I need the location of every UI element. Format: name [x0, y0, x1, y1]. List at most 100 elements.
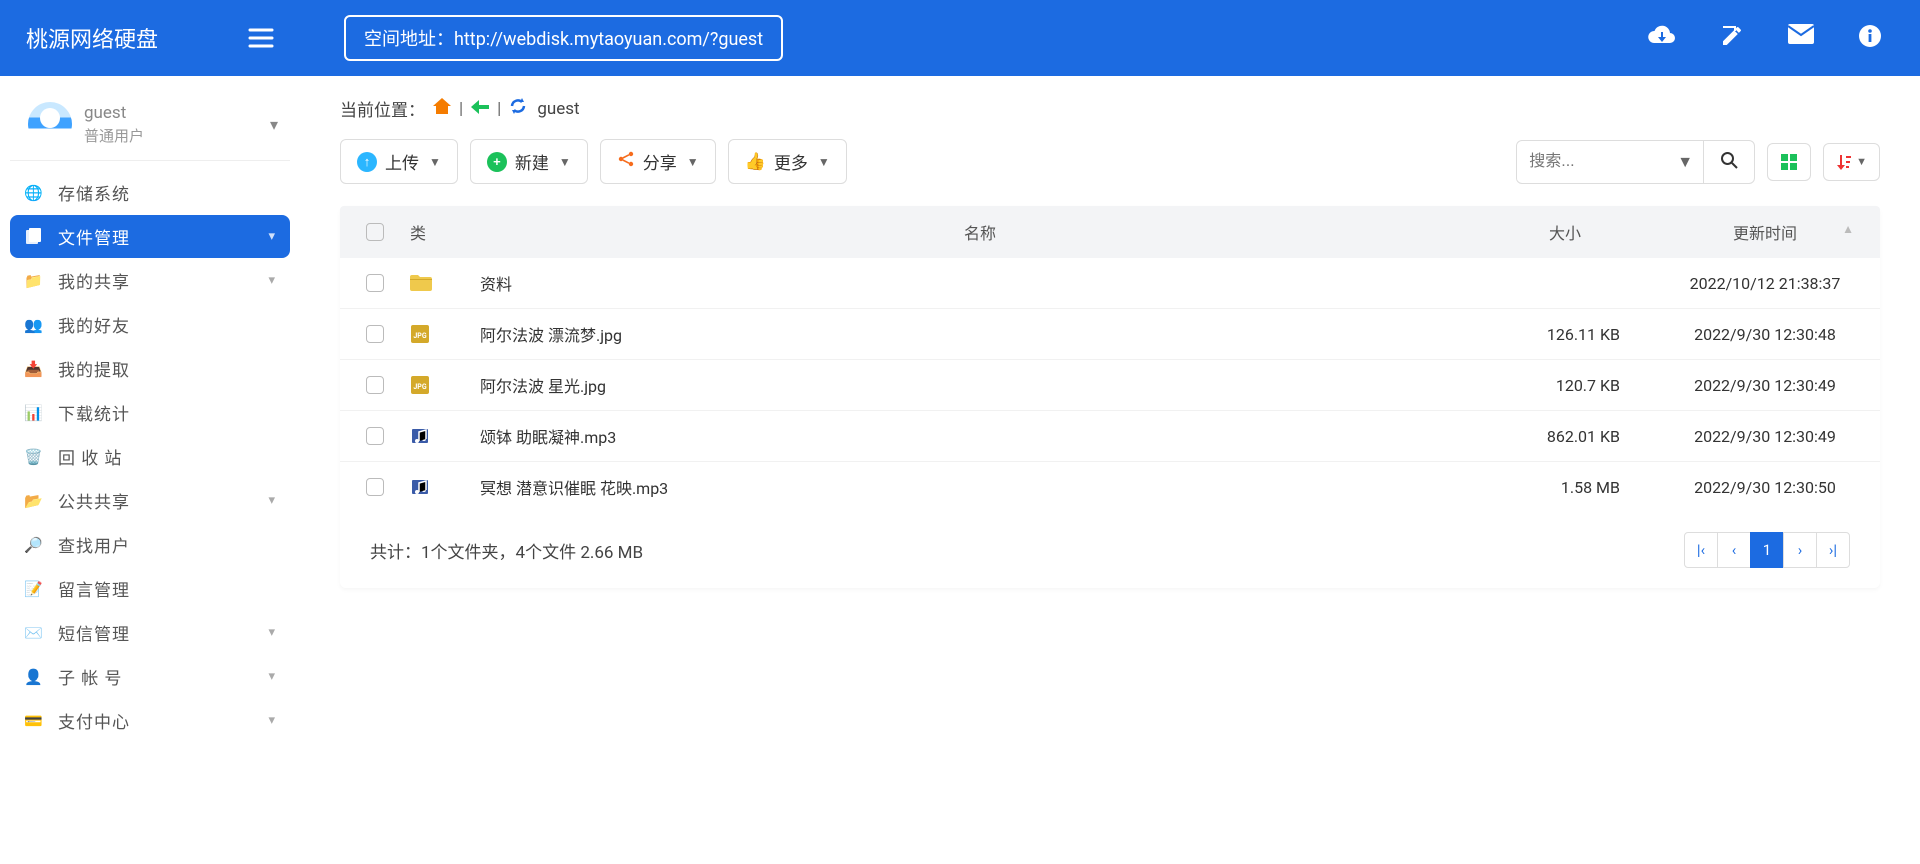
share-icon — [617, 150, 635, 173]
cloud-download-icon[interactable] — [1648, 24, 1676, 52]
file-size: 126.11 KB — [1480, 325, 1650, 344]
pager-last[interactable]: ›| — [1816, 532, 1850, 568]
select-all-checkbox[interactable] — [366, 223, 384, 241]
fetch-icon: 📥 — [24, 359, 44, 379]
pager-first[interactable]: |‹ — [1684, 532, 1718, 568]
row-checkbox[interactable] — [366, 376, 384, 394]
caret-down-icon: ▼ — [687, 155, 699, 169]
file-size: 862.01 KB — [1480, 427, 1650, 446]
svg-text:JPG: JPG — [413, 383, 426, 391]
breadcrumb-label: 当前位置： — [340, 96, 425, 121]
nav-public-share[interactable]: 📂公共共享▾ — [10, 479, 290, 522]
file-size: 120.7 KB — [1480, 376, 1650, 395]
breadcrumb-current[interactable]: guest — [537, 99, 579, 119]
chevron-down-icon: ▾ — [268, 625, 276, 640]
user-menu-caret-icon[interactable]: ▾ — [270, 115, 278, 134]
file-date: 2022/9/30 12:30:49 — [1650, 376, 1880, 395]
table-row[interactable]: 资料2022/10/12 21:38:37 — [340, 258, 1880, 309]
search-dropdown[interactable]: ▼ — [1667, 152, 1703, 172]
sort-asc-icon: ▲ — [1842, 222, 1854, 236]
file-date: 2022/9/30 12:30:50 — [1650, 478, 1880, 497]
table-row[interactable]: 冥想 潜意识催眠 花映.mp31.58 MB2022/9/30 12:30:50 — [340, 462, 1880, 512]
nav-payment[interactable]: 💳支付中心▾ — [10, 699, 290, 742]
caret-down-icon: ▼ — [818, 155, 830, 169]
file-name[interactable]: 冥想 潜意识催眠 花映.mp3 — [480, 475, 1480, 499]
col-type[interactable]: 类 — [410, 220, 480, 244]
table-row[interactable]: JPG 阿尔法波 漂流梦.jpg126.11 KB2022/9/30 12:30:… — [340, 309, 1880, 360]
new-button[interactable]: +新建▼ — [470, 139, 588, 184]
nav-subaccount[interactable]: 👤子 帐 号▾ — [10, 655, 290, 698]
col-name[interactable]: 名称 — [480, 220, 1480, 244]
brand-block: 桃源网络硬盘 — [0, 22, 300, 54]
table-header: 类 名称 大小 更新时间▲ — [340, 206, 1880, 258]
friends-icon: 👥 — [24, 315, 44, 335]
file-size: 1.58 MB — [1480, 478, 1650, 497]
toolbar: ↑上传▼ +新建▼ 分享▼ 👍更多▼ ▼ ▼ — [340, 139, 1880, 184]
nav-storage[interactable]: 🌐存储系统 — [10, 171, 290, 214]
home-icon[interactable] — [433, 98, 451, 119]
pager-page-1[interactable]: 1 — [1750, 532, 1784, 568]
globe-icon: 🌐 — [24, 183, 44, 203]
space-url[interactable]: 空间地址：http://webdisk.mytaoyuan.com/?guest — [344, 15, 783, 61]
nav-my-shares[interactable]: 📁我的共享▾ — [10, 259, 290, 302]
nav-files[interactable]: 文件管理▾ — [10, 215, 290, 258]
nav-my-fetch[interactable]: 📥我的提取 — [10, 347, 290, 390]
add-icon: + — [487, 152, 507, 172]
caret-down-icon: ▼ — [559, 155, 571, 169]
search-box: ▼ — [1516, 140, 1755, 184]
sidebar: guest 普通用户 ▾ 🌐存储系统 文件管理▾ 📁我的共享▾ 👥我的好友 📥我… — [0, 76, 300, 763]
file-name[interactable]: 颂钵 助眠凝神.mp3 — [480, 424, 1480, 448]
row-checkbox[interactable] — [366, 274, 384, 292]
file-name[interactable]: 阿尔法波 星光.jpg — [480, 373, 1480, 397]
files-icon — [24, 227, 44, 247]
nav-download-stats[interactable]: 📊下载统计 — [10, 391, 290, 434]
row-checkbox[interactable] — [366, 427, 384, 445]
more-button[interactable]: 👍更多▼ — [728, 139, 847, 184]
row-checkbox[interactable] — [366, 325, 384, 343]
upload-icon: ↑ — [357, 152, 377, 172]
refresh-icon[interactable] — [509, 97, 527, 120]
caret-down-icon: ▼ — [1856, 155, 1867, 168]
nav-find-user[interactable]: 🔎查找用户 — [10, 523, 290, 566]
col-size[interactable]: 大小 — [1480, 220, 1650, 244]
nav-list: 🌐存储系统 文件管理▾ 📁我的共享▾ 👥我的好友 📥我的提取 📊下载统计 🗑️回… — [10, 171, 290, 742]
file-type-icon: JPG — [410, 375, 432, 395]
file-name[interactable]: 资料 — [480, 271, 1480, 295]
mail-icon[interactable] — [1788, 24, 1814, 52]
pager-next[interactable]: › — [1783, 532, 1817, 568]
nav-sms[interactable]: ✉️短信管理▾ — [10, 611, 290, 654]
info-icon[interactable] — [1858, 24, 1882, 52]
pager: |‹ ‹ 1 › ›| — [1685, 532, 1850, 568]
pager-prev[interactable]: ‹ — [1717, 532, 1751, 568]
user-name: guest — [84, 103, 144, 123]
search-input[interactable] — [1517, 143, 1667, 181]
svg-text:JPG: JPG — [413, 332, 426, 340]
file-type-icon — [410, 477, 432, 497]
nav-messages[interactable]: 📝留言管理 — [10, 567, 290, 610]
file-date: 2022/9/30 12:30:48 — [1650, 325, 1880, 344]
table-row[interactable]: 颂钵 助眠凝神.mp3862.01 KB2022/9/30 12:30:49 — [340, 411, 1880, 462]
breadcrumb: 当前位置： | | guest — [340, 96, 1880, 121]
nav-recycle[interactable]: 🗑️回 收 站 — [10, 435, 290, 478]
user-block[interactable]: guest 普通用户 ▾ — [10, 92, 290, 161]
share-button[interactable]: 分享▼ — [600, 139, 716, 184]
hamburger-icon[interactable] — [248, 27, 274, 49]
col-date[interactable]: 更新时间▲ — [1650, 220, 1880, 244]
edit-icon[interactable] — [1720, 24, 1744, 52]
view-grid-button[interactable] — [1767, 143, 1811, 181]
file-table: 类 名称 大小 更新时间▲ 资料2022/10/12 21:38:37 JPG 阿尔… — [340, 206, 1880, 588]
chevron-down-icon: ▾ — [268, 273, 276, 288]
upload-button[interactable]: ↑上传▼ — [340, 139, 458, 184]
row-checkbox[interactable] — [366, 478, 384, 496]
file-name[interactable]: 阿尔法波 漂流梦.jpg — [480, 322, 1480, 346]
sort-button[interactable]: ▼ — [1823, 143, 1880, 181]
file-type-icon — [410, 426, 432, 446]
avatar — [28, 102, 72, 146]
user-role: 普通用户 — [84, 125, 144, 146]
back-icon[interactable] — [471, 99, 489, 119]
search-button[interactable] — [1703, 141, 1754, 183]
nav-friends[interactable]: 👥我的好友 — [10, 303, 290, 346]
caret-down-icon: ▼ — [429, 155, 441, 169]
sms-icon: ✉️ — [24, 623, 44, 643]
table-row[interactable]: JPG 阿尔法波 星光.jpg120.7 KB2022/9/30 12:30:49 — [340, 360, 1880, 411]
